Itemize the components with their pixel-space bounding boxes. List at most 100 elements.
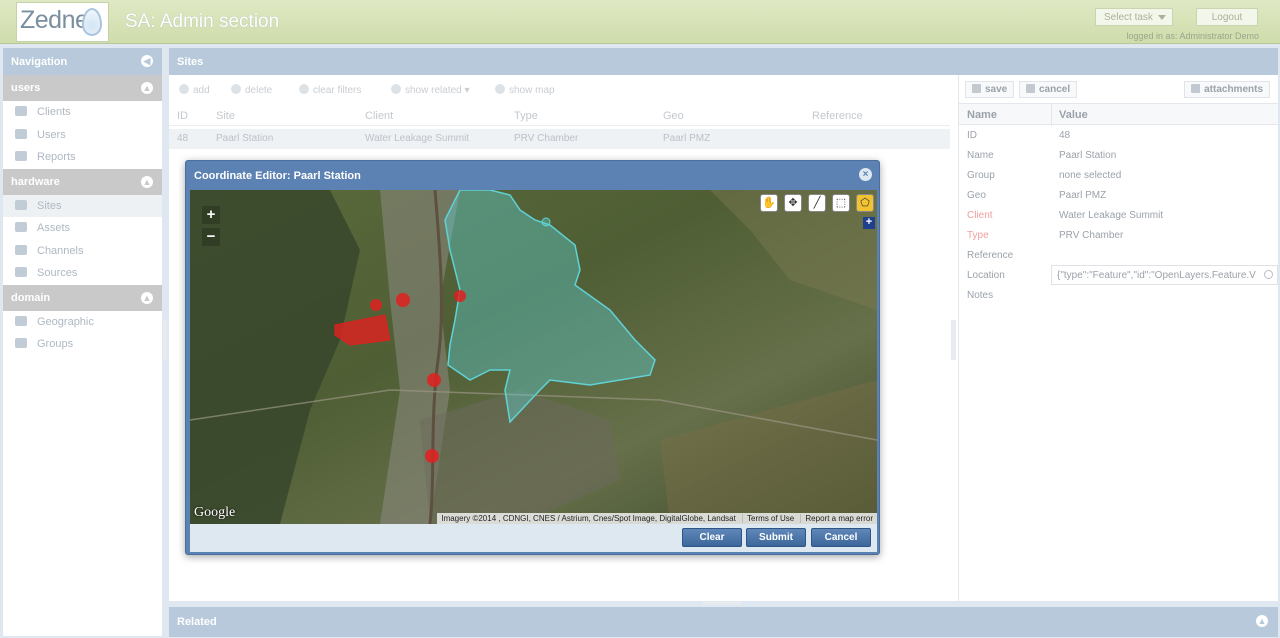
details-panel: save cancel attachments Name Value ID 48 … bbox=[958, 75, 1278, 601]
select-task-label: Select task bbox=[1104, 12, 1153, 23]
vertex-handle[interactable] bbox=[541, 217, 551, 227]
logout-button[interactable]: Logout bbox=[1196, 8, 1258, 26]
column-header[interactable]: Type bbox=[514, 110, 538, 122]
delete-button[interactable]: delete bbox=[231, 84, 272, 96]
cell-id: 48 bbox=[177, 133, 189, 144]
show-related-label: show related bbox=[405, 85, 462, 96]
site-marker[interactable] bbox=[396, 293, 410, 307]
map-canvas[interactable] bbox=[190, 190, 877, 524]
attachments-label: attachments bbox=[1204, 84, 1263, 95]
property-row-group[interactable]: Group none selected bbox=[959, 165, 1278, 185]
cloud-upload-icon bbox=[15, 267, 27, 277]
property-value-header: Value bbox=[1059, 109, 1088, 121]
site-marker[interactable] bbox=[454, 290, 466, 302]
satellite-map[interactable]: + − ✋ ✥ ╱ ⬚ ⬠ + Google Imagery ©2014 , C… bbox=[190, 190, 877, 524]
column-header[interactable]: Geo bbox=[663, 110, 684, 122]
sidebar-item-reports[interactable]: Reports bbox=[3, 146, 162, 169]
sidebar-item-label: Clients bbox=[37, 106, 71, 118]
nav-group-users[interactable]: users ▲ bbox=[3, 75, 162, 101]
column-header[interactable]: Site bbox=[216, 110, 235, 122]
property-value: 48 bbox=[1059, 130, 1071, 141]
select-task-dropdown[interactable]: Select task bbox=[1095, 8, 1173, 26]
move-tool-icon[interactable]: ✥ bbox=[784, 194, 802, 212]
property-row-type[interactable]: Type PRV Chamber bbox=[959, 225, 1278, 245]
sidebar-item-sources[interactable]: Sources bbox=[3, 262, 162, 285]
sidebar-item-sites[interactable]: Sites bbox=[3, 194, 162, 217]
google-logo: Google bbox=[194, 505, 236, 520]
column-header[interactable]: ID bbox=[177, 110, 188, 122]
collapse-group-icon[interactable]: ▲ bbox=[141, 82, 153, 94]
property-label: ID bbox=[967, 130, 977, 141]
property-row-reference[interactable]: Reference bbox=[959, 245, 1278, 265]
show-map-button[interactable]: show map bbox=[495, 84, 555, 96]
column-divider[interactable] bbox=[1051, 104, 1052, 126]
sites-toolbar: add delete clear filters show related ▾ … bbox=[169, 78, 950, 102]
property-row-notes[interactable]: Notes bbox=[959, 285, 1278, 305]
clear-filters-button[interactable]: clear filters bbox=[299, 84, 361, 96]
sidebar-item-label: Groups bbox=[37, 338, 74, 350]
chevron-down-icon bbox=[1158, 15, 1166, 20]
sitemap-icon bbox=[391, 84, 401, 94]
location-input[interactable]: {"type":"Feature","id":"OpenLayers.Featu… bbox=[1051, 265, 1278, 285]
attachments-button[interactable]: attachments bbox=[1184, 81, 1270, 98]
zednet-logo: Zednet bbox=[16, 2, 109, 42]
submit-button[interactable]: Submit bbox=[746, 528, 806, 547]
collapse-navigation-icon[interactable]: ◀ bbox=[141, 55, 153, 67]
collapse-group-icon[interactable]: ▲ bbox=[141, 175, 153, 188]
zoom-out-button[interactable]: − bbox=[202, 228, 220, 246]
pan-tool-icon[interactable]: ✋ bbox=[760, 194, 778, 212]
draw-line-tool-icon[interactable]: ╱ bbox=[808, 194, 826, 212]
property-value: Water Leakage Summit bbox=[1059, 210, 1164, 221]
site-marker[interactable] bbox=[370, 299, 382, 311]
cancel-label: cancel bbox=[1039, 84, 1071, 95]
save-button[interactable]: save bbox=[965, 81, 1015, 98]
navigation-splitter[interactable] bbox=[163, 320, 167, 360]
zoom-in-button[interactable]: + bbox=[202, 206, 220, 224]
clear-button[interactable]: Clear bbox=[682, 528, 742, 547]
layer-switcher-icon[interactable]: + bbox=[863, 217, 875, 229]
cancel-dialog-button[interactable]: Cancel bbox=[811, 528, 871, 547]
property-value: Paarl Station bbox=[1059, 150, 1117, 161]
column-header[interactable]: Reference bbox=[812, 110, 863, 122]
water-drop-icon bbox=[82, 8, 102, 36]
map-attribution: Imagery ©2014 , CDNGI, CNES / Astrium, C… bbox=[437, 513, 877, 524]
property-row-name[interactable]: Name Paarl Station bbox=[959, 145, 1278, 165]
add-button[interactable]: add bbox=[179, 84, 210, 96]
sidebar-item-users[interactable]: Users bbox=[3, 124, 162, 147]
property-value: PRV Chamber bbox=[1059, 230, 1124, 241]
table-row[interactable]: 48 Paarl Station Water Leakage Summit PR… bbox=[169, 129, 950, 149]
sidebar-item-label: Users bbox=[37, 128, 66, 141]
search-icon[interactable] bbox=[1264, 270, 1273, 279]
property-row-location[interactable]: Location {"type":"Feature","id":"OpenLay… bbox=[959, 265, 1278, 285]
sidebar-item-assets[interactable]: Assets bbox=[3, 217, 162, 240]
sidebar-item-geographic[interactable]: Geographic bbox=[3, 311, 162, 334]
site-marker[interactable] bbox=[427, 373, 441, 387]
collapse-group-icon[interactable]: ▲ bbox=[141, 291, 153, 304]
expand-related-icon[interactable]: ▲ bbox=[1256, 615, 1268, 627]
property-row-id[interactable]: ID 48 bbox=[959, 125, 1278, 145]
cancel-button[interactable]: cancel bbox=[1019, 81, 1078, 98]
nav-group-hardware[interactable]: hardware ▲ bbox=[3, 168, 162, 195]
nav-group-label: users bbox=[11, 82, 41, 94]
page-title: SA: Admin section bbox=[125, 11, 280, 32]
nav-group-domain[interactable]: domain ▲ bbox=[3, 284, 162, 311]
report-map-error-link[interactable]: Report a map error bbox=[800, 514, 877, 523]
property-row-client[interactable]: Client Water Leakage Summit bbox=[959, 205, 1278, 225]
details-splitter[interactable] bbox=[951, 320, 956, 360]
show-related-button[interactable]: show related ▾ bbox=[391, 84, 470, 96]
trash-icon bbox=[231, 84, 241, 94]
property-row-geo[interactable]: Geo Paarl PMZ bbox=[959, 185, 1278, 205]
column-header[interactable]: Client bbox=[365, 110, 393, 122]
laptop-icon bbox=[15, 222, 27, 232]
related-panel-header[interactable]: Related ▲ bbox=[169, 607, 1278, 637]
cell-site: Paarl Station bbox=[216, 133, 274, 144]
modify-polygon-tool-icon[interactable]: ⬠ bbox=[856, 194, 874, 212]
site-marker[interactable] bbox=[425, 449, 439, 463]
sidebar-item-groups[interactable]: Groups bbox=[3, 333, 162, 356]
draw-polygon-tool-icon[interactable]: ⬚ bbox=[832, 194, 850, 212]
close-icon[interactable]: × bbox=[859, 168, 872, 181]
related-splitter[interactable] bbox=[703, 601, 741, 605]
sidebar-item-clients[interactable]: Clients bbox=[3, 101, 162, 124]
terms-link[interactable]: Terms of Use bbox=[742, 514, 799, 523]
sidebar-item-channels[interactable]: Channels bbox=[3, 240, 162, 263]
